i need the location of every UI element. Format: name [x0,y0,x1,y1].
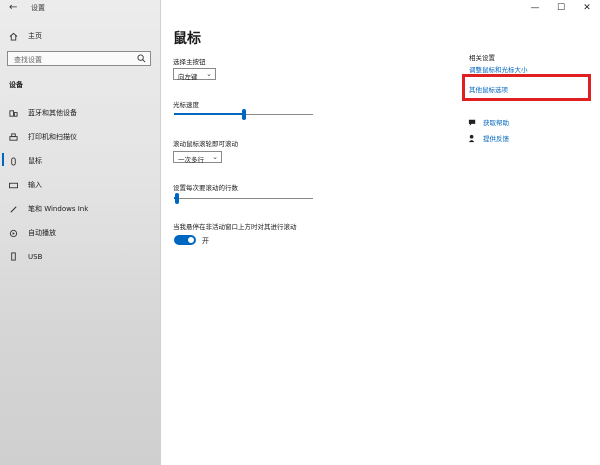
toggle-knob [188,237,194,243]
feedback-person-icon [468,134,475,142]
cursor-speed-label: 光标速度 [173,101,199,109]
wheel-scroll-dropdown[interactable]: 一次多行 ⌄ [173,151,222,164]
inactive-scroll-state: 开 [202,237,209,245]
sidebar-item-mouse[interactable]: 鼠标 [2,153,42,166]
autoplay-icon [9,229,18,237]
highlight-box [462,74,591,101]
sidebar-item-autoplay[interactable]: 自动播放 [9,228,56,238]
printer-icon [9,132,18,141]
sidebar-item-label: 打印机和扫描仪 [28,133,77,141]
search-icon [137,54,146,63]
sidebar-item-label: 笔和 Windows Ink [28,205,89,213]
help-chat-icon [468,119,476,126]
wheel-scroll-label: 滚动鼠标滚轮即可滚动 [173,140,238,148]
get-help-link[interactable]: 获取帮助 [468,117,509,127]
chevron-down-icon: ⌄ [206,70,212,78]
home-icon [9,32,18,41]
sidebar-item-label: 自动播放 [28,229,56,237]
wheel-scroll-value: 一次多行 [178,156,204,164]
sidebar-item-usb[interactable]: USB [9,252,42,261]
primary-button-label: 选择主按钮 [173,58,206,66]
give-feedback-label: 提供反馈 [483,135,509,143]
title-bar: ← 设置 [0,0,160,18]
lines-per-scroll-thumb[interactable] [174,193,179,204]
search-placeholder: 查找设置 [14,56,42,64]
lines-per-scroll-label: 设置每次要滚动的行数 [173,184,238,192]
adjust-mouse-cursor-size-link[interactable]: 调整鼠标和光标大小 [469,64,528,74]
primary-button-value: 向左键 [178,73,198,81]
mouse-icon [11,156,16,166]
sidebar-item-bluetooth[interactable]: 蓝牙和其他设备 [9,108,77,118]
page-title: 鼠标 [173,31,201,47]
bluetooth-devices-icon [9,109,18,117]
app-title: 设置 [31,4,45,12]
home-nav-item[interactable]: 主页 [9,31,42,41]
back-button[interactable]: ← [9,2,17,13]
main-content [160,0,600,465]
give-feedback-link[interactable]: 提供反馈 [468,133,509,143]
sidebar-item-label: USB [28,252,43,261]
pen-icon [10,205,17,213]
primary-button-dropdown[interactable]: 向左键 ⌄ [173,68,216,81]
section-heading-devices: 设备 [9,81,23,89]
cursor-speed-thumb[interactable] [241,109,246,120]
cursor-speed-fill [174,113,244,115]
sidebar-item-pen[interactable]: 笔和 Windows Ink [9,204,88,214]
lines-per-scroll-track[interactable] [174,198,313,199]
sidebar-item-typing[interactable]: 输入 [9,180,42,190]
inactive-scroll-label: 当我悬停在非活动窗口上方时对其进行滚动 [173,223,297,231]
chevron-down-icon: ⌄ [212,153,218,161]
usb-icon [11,252,16,261]
sidebar-item-label: 鼠标 [28,157,42,165]
sidebar: ← 设置 主页 查找设置 设备 蓝牙和其他设备 打印机和扫描仪 鼠标 输入 笔和… [0,0,161,465]
sidebar-item-label: 输入 [28,181,42,189]
search-input[interactable]: 查找设置 [7,51,151,66]
related-settings-heading: 相关设置 [469,54,495,62]
keyboard-icon [9,182,18,188]
inactive-scroll-toggle[interactable] [174,235,196,245]
sidebar-item-label: 蓝牙和其他设备 [28,109,77,117]
sidebar-item-printers[interactable]: 打印机和扫描仪 [9,132,77,142]
get-help-label: 获取帮助 [483,119,509,127]
home-label: 主页 [28,32,42,40]
